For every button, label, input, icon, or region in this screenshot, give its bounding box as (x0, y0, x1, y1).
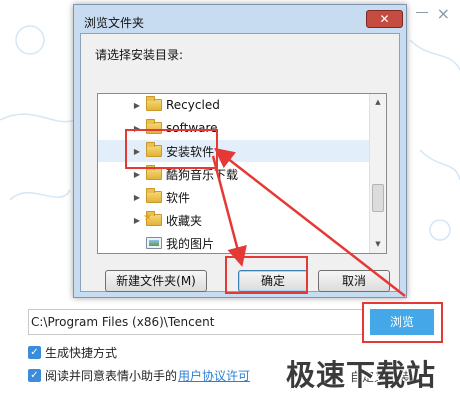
folder-icon (146, 165, 162, 180)
install-path-input[interactable]: C:\Program Files (x86)\Tencent (28, 309, 364, 335)
tree-item-label: 收藏夹 (166, 213, 203, 228)
folder-tree[interactable]: ▶ Recycled ▶ software ▶ 安装软件 ▶ 酷狗音乐下载 ▶ (97, 93, 387, 254)
scroll-down-arrow-icon[interactable]: ▼ (370, 236, 386, 253)
agreement-checkbox-label: 阅读并同意表情小助手的 (45, 369, 178, 383)
scrollbar-thumb[interactable] (372, 184, 384, 212)
expand-arrow-icon[interactable]: ▶ (132, 170, 142, 179)
tree-item-label: 软件 (166, 190, 191, 205)
expand-arrow-icon[interactable]: ▶ (132, 216, 142, 225)
dialog-close-button[interactable]: ✕ (366, 10, 403, 28)
new-folder-button[interactable]: 新建文件夹(M) (105, 270, 207, 292)
tree-item[interactable]: ▶ Recycled (98, 94, 371, 116)
tree-item-label: 我的图片 (166, 236, 215, 251)
dialog-prompt: 请选择安装目录: (95, 48, 184, 62)
shortcut-checkbox-row[interactable]: ✓ 生成快捷方式 (28, 344, 117, 361)
tree-scrollbar[interactable]: ▲ ▼ (369, 94, 386, 253)
ok-highlight-box (225, 256, 308, 294)
agreement-checkbox[interactable]: ✓ (28, 369, 41, 382)
favorites-folder-icon (143, 211, 162, 226)
site-watermark: 极速下载站 (286, 358, 437, 392)
shortcut-checkbox-label: 生成快捷方式 (45, 346, 118, 360)
tree-item[interactable]: ▶ 软件 (98, 186, 371, 208)
user-agreement-link[interactable]: 用户协议许可 (178, 367, 250, 384)
folder-icon (146, 188, 162, 203)
expand-arrow-icon[interactable]: ▶ (132, 193, 142, 202)
browse-highlight-box (362, 302, 443, 343)
folder-highlight-box (125, 129, 218, 169)
tree-item[interactable]: ▶ 收藏夹 (98, 209, 371, 231)
browse-folder-dialog: 浏览文件夹 ✕ 请选择安装目录: ▶ Recycled ▶ software ▶… (73, 4, 407, 298)
installer-close-button[interactable]: × (437, 4, 450, 23)
dialog-title: 浏览文件夹 (84, 16, 145, 30)
cancel-button[interactable]: 取消 (318, 270, 390, 292)
shortcut-checkbox[interactable]: ✓ (28, 346, 41, 359)
expand-arrow-icon[interactable]: ▶ (132, 101, 142, 110)
folder-icon (146, 96, 162, 111)
pictures-folder-icon (146, 237, 162, 249)
tree-item[interactable]: ▶ 我的图片 (98, 232, 371, 253)
tree-item-label: Recycled (166, 98, 220, 112)
minimize-button[interactable] (416, 12, 428, 13)
agreement-checkbox-row[interactable]: ✓ 阅读并同意表情小助手的 用户协议许可 (28, 367, 250, 384)
scroll-up-arrow-icon[interactable]: ▲ (370, 94, 386, 111)
